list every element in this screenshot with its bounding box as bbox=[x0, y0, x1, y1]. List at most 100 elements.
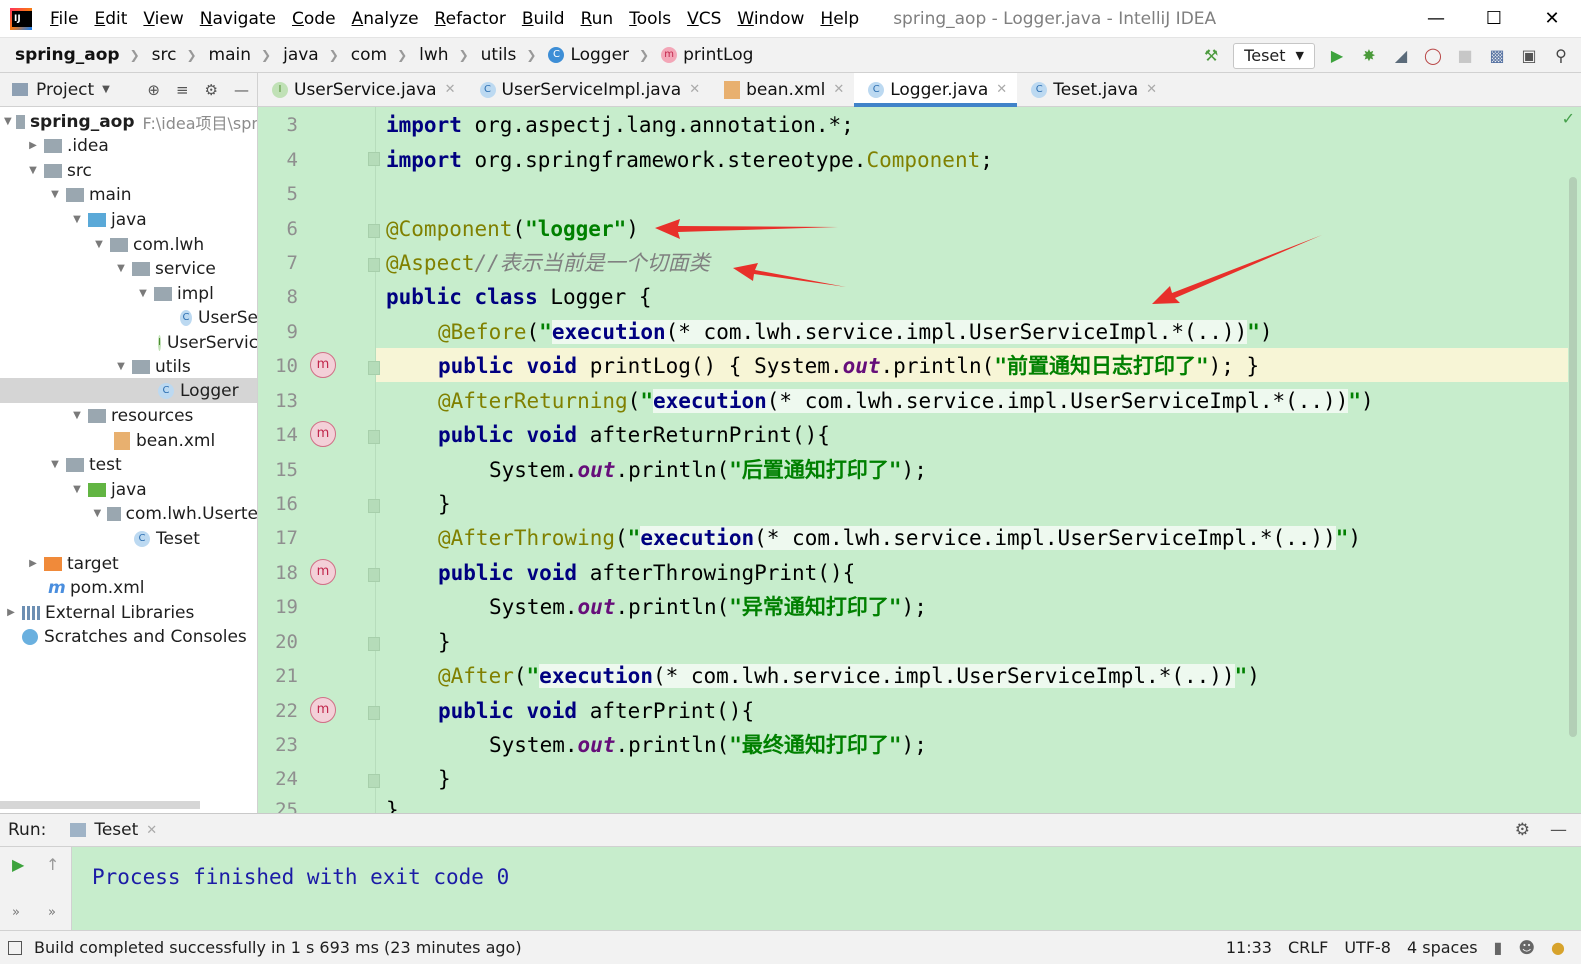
file-encoding[interactable]: UTF-8 bbox=[1344, 938, 1391, 957]
advice-method-icon[interactable]: m bbox=[310, 421, 336, 447]
rerun-icon[interactable]: ▶ bbox=[12, 855, 24, 874]
fold-marker-icon[interactable] bbox=[368, 361, 380, 375]
advice-method-icon[interactable]: m bbox=[310, 697, 336, 723]
menu-navigate[interactable]: Navigate bbox=[192, 0, 284, 38]
menu-edit[interactable]: Edit bbox=[86, 0, 135, 38]
tree-node-bean-xml[interactable]: bean.xml bbox=[0, 428, 257, 453]
fold-marker-icon[interactable] bbox=[368, 706, 380, 720]
menu-help[interactable]: Help bbox=[812, 0, 867, 38]
expand-arrow-icon[interactable]: ▼ bbox=[26, 165, 40, 176]
indent-setting[interactable]: 4 spaces bbox=[1407, 938, 1478, 957]
tree-node-external-libraries[interactable]: ▶ External Libraries bbox=[0, 600, 257, 625]
expand-arrow-icon[interactable]: ▼ bbox=[70, 214, 84, 225]
tree-node-service[interactable]: ▼ service bbox=[0, 256, 257, 281]
close-tab-icon[interactable]: ✕ bbox=[445, 82, 456, 97]
run-tab-teset[interactable]: Teset ✕ bbox=[70, 820, 157, 840]
breadcrumb-java[interactable]: java ❯ bbox=[271, 45, 339, 65]
hide-icon[interactable]: — bbox=[1550, 820, 1567, 840]
code-editor[interactable]: 3 4 5 6 7 8 9 10 13 14 15 16 17 18 19 20… bbox=[258, 107, 1581, 813]
expand-arrow-icon[interactable]: ▼ bbox=[48, 459, 62, 470]
lock-icon[interactable]: ▮ bbox=[1494, 938, 1503, 957]
advice-method-icon[interactable]: m bbox=[310, 352, 336, 378]
fold-marker-icon[interactable] bbox=[368, 224, 380, 238]
menu-analyze[interactable]: Analyze bbox=[344, 0, 427, 38]
menu-view[interactable]: View bbox=[135, 0, 191, 38]
tree-node-scratches[interactable]: Scratches and Consoles bbox=[0, 624, 257, 649]
tree-node-test-java[interactable]: ▼ java bbox=[0, 477, 257, 502]
breadcrumb-printlog[interactable]: m printLog bbox=[649, 45, 753, 65]
more-actions-icon[interactable]: » bbox=[12, 905, 20, 920]
run-configuration-select[interactable]: Teset ▼ bbox=[1233, 42, 1315, 69]
menu-window[interactable]: Window bbox=[729, 0, 812, 38]
project-structure-icon[interactable]: ▩ bbox=[1487, 46, 1507, 66]
layout-icon[interactable]: ▣ bbox=[1519, 46, 1539, 66]
tree-node-target[interactable]: ▶ target bbox=[0, 551, 257, 576]
breadcrumb-src[interactable]: src ❯ bbox=[140, 45, 197, 65]
coverage-icon[interactable]: ◢ bbox=[1391, 46, 1411, 66]
tree-horizontal-scrollbar[interactable] bbox=[0, 801, 200, 809]
close-tab-icon[interactable]: ✕ bbox=[833, 82, 844, 97]
breadcrumb-logger[interactable]: C Logger ❯ bbox=[536, 45, 649, 65]
fold-marker-icon[interactable] bbox=[368, 258, 380, 272]
stop-icon[interactable]: ■ bbox=[1455, 46, 1475, 66]
menu-run[interactable]: Run bbox=[573, 0, 622, 38]
expand-arrow-icon[interactable]: ▼ bbox=[92, 239, 106, 250]
expand-arrow-icon[interactable]: ▼ bbox=[114, 263, 128, 274]
expand-arrow-icon[interactable]: ▼ bbox=[4, 116, 12, 127]
editor-vertical-scrollbar[interactable] bbox=[1569, 177, 1577, 737]
scroll-up-icon[interactable]: ↑ bbox=[46, 855, 59, 874]
locate-icon[interactable]: ⊕ bbox=[147, 81, 160, 99]
fold-marker-icon[interactable] bbox=[368, 637, 380, 651]
tree-node-test[interactable]: ▼ test bbox=[0, 452, 257, 477]
menu-file[interactable]: File bbox=[42, 0, 86, 38]
collapse-arrow-icon[interactable]: ▶ bbox=[26, 140, 40, 151]
inspector-icon[interactable]: ☻ bbox=[1518, 938, 1535, 957]
menu-refactor[interactable]: Refactor bbox=[427, 0, 514, 38]
caret-position[interactable]: 11:33 bbox=[1226, 938, 1272, 957]
gear-icon[interactable]: ⚙ bbox=[1515, 820, 1530, 840]
breadcrumb-main[interactable]: main ❯ bbox=[197, 45, 272, 65]
tree-node-resources[interactable]: ▼ resources bbox=[0, 403, 257, 428]
close-tab-icon[interactable]: ✕ bbox=[689, 82, 700, 97]
tree-node-userserviceimpl[interactable]: C UserSe bbox=[0, 305, 257, 330]
line-separator[interactable]: CRLF bbox=[1288, 938, 1328, 957]
debug-icon[interactable]: ✸ bbox=[1359, 46, 1379, 66]
close-tab-icon[interactable]: ✕ bbox=[1146, 82, 1157, 97]
collapse-arrow-icon[interactable]: ▶ bbox=[4, 607, 18, 618]
tree-node-impl[interactable]: ▼ impl bbox=[0, 281, 257, 306]
inspection-ok-icon[interactable]: ✓ bbox=[1562, 109, 1575, 128]
tree-node-utils[interactable]: ▼ utils bbox=[0, 354, 257, 379]
tree-node-idea[interactable]: ▶ .idea bbox=[0, 133, 257, 158]
tree-node-logger[interactable]: C Logger bbox=[0, 378, 257, 403]
collapse-icon[interactable]: ≡ bbox=[176, 81, 189, 99]
tab-logger[interactable]: C Logger.java ✕ bbox=[854, 73, 1018, 107]
fold-marker-icon[interactable] bbox=[368, 430, 380, 444]
tree-node-src[interactable]: ▼ src bbox=[0, 158, 257, 183]
tree-node-java[interactable]: ▼ java bbox=[0, 207, 257, 232]
breadcrumb-lwh[interactable]: lwh ❯ bbox=[407, 45, 468, 65]
gear-icon[interactable]: ⚙ bbox=[205, 81, 218, 99]
breadcrumb-utils[interactable]: utils ❯ bbox=[469, 45, 537, 65]
close-icon[interactable]: ✕ bbox=[1523, 0, 1581, 38]
maximize-icon[interactable]: ☐ bbox=[1465, 0, 1523, 38]
breadcrumb-project[interactable]: spring_aop ❯ bbox=[0, 45, 140, 65]
menu-build[interactable]: Build bbox=[514, 0, 573, 38]
tree-node-com-lwh-usertest[interactable]: ▼ com.lwh.Userte bbox=[0, 501, 257, 526]
menu-vcs[interactable]: VCS bbox=[679, 0, 729, 38]
tree-node-com-lwh[interactable]: ▼ com.lwh bbox=[0, 232, 257, 257]
tree-node-project-root[interactable]: ▼ spring_aop F:\idea项目\spr bbox=[0, 109, 257, 134]
tree-node-userservice[interactable]: I UserServic bbox=[0, 330, 257, 355]
fold-marker-icon[interactable] bbox=[368, 774, 380, 788]
breadcrumb-com[interactable]: com ❯ bbox=[339, 45, 407, 65]
project-panel-title[interactable]: Project bbox=[36, 80, 94, 100]
fold-marker-icon[interactable] bbox=[368, 499, 380, 513]
collapse-arrow-icon[interactable]: ▶ bbox=[26, 558, 40, 569]
tab-userserviceimpl[interactable]: C UserServiceImpl.java ✕ bbox=[466, 73, 711, 106]
tab-userservice[interactable]: I UserService.java ✕ bbox=[258, 73, 466, 106]
search-icon[interactable]: ⚲ bbox=[1551, 46, 1571, 66]
menu-tools[interactable]: Tools bbox=[621, 0, 679, 38]
tree-node-teset[interactable]: C Teset bbox=[0, 526, 257, 551]
expand-arrow-icon[interactable]: ▼ bbox=[48, 189, 62, 200]
close-tab-icon[interactable]: ✕ bbox=[996, 82, 1007, 97]
chevron-down-icon[interactable]: ▼ bbox=[102, 84, 110, 95]
